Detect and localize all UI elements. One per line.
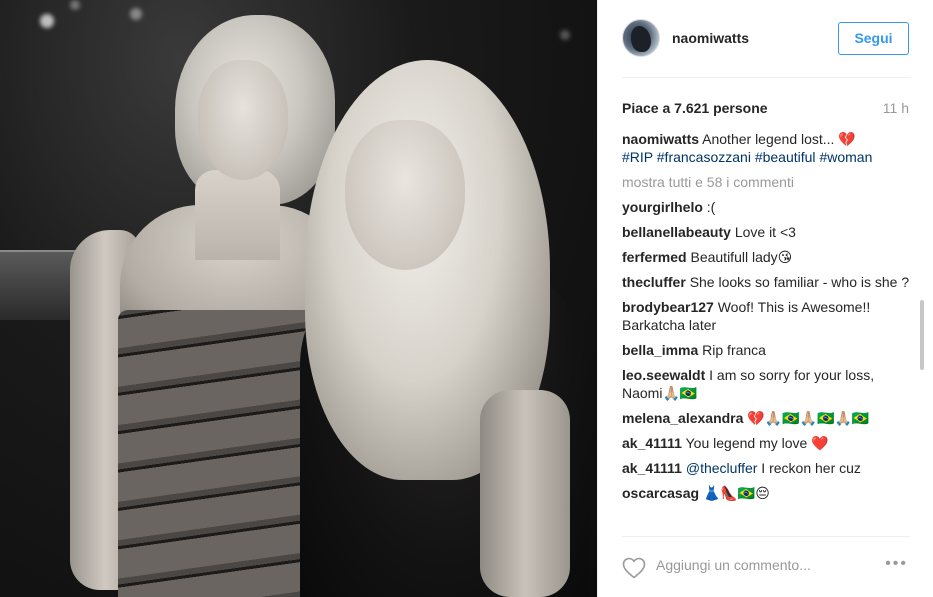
- comment-username[interactable]: thecluffer: [622, 274, 686, 290]
- comment: thecluffer She looks so familiar - who i…: [622, 273, 912, 291]
- likes-count[interactable]: Piace a 7.621 persone: [622, 100, 768, 116]
- comment-username[interactable]: bella_imma: [622, 342, 698, 358]
- hashtag[interactable]: #woman: [819, 149, 872, 165]
- follow-button[interactable]: Segui: [838, 22, 909, 55]
- hashtag[interactable]: #RIP: [622, 149, 653, 165]
- hashtag[interactable]: #francasozzani: [657, 149, 751, 165]
- post-username[interactable]: naomiwatts: [672, 30, 749, 46]
- comment-username[interactable]: melena_alexandra: [622, 410, 743, 426]
- comment-text: 👗👠🇧🇷😔: [702, 485, 770, 501]
- comment: oscarcasag 👗👠🇧🇷😔: [622, 484, 912, 502]
- comment: ak_41111 You legend my love ❤️: [622, 434, 912, 452]
- post-time[interactable]: 11 h: [883, 100, 909, 116]
- comment-text: :(: [706, 199, 716, 215]
- comment-username[interactable]: ak_41111: [622, 435, 682, 451]
- comment-text: Love it <3: [734, 224, 796, 240]
- comment-footer: Aggiungi un commento... •••: [622, 536, 910, 597]
- caption: naomiwatts Another legend lost... 💔 #RIP…: [622, 130, 912, 166]
- comment-username[interactable]: yourgirlhelo: [622, 199, 703, 215]
- comment-mention[interactable]: @thecluffer: [686, 460, 758, 476]
- post-sidebar: naomiwatts Segui Piace a 7.621 persone 1…: [597, 0, 933, 597]
- comment-username[interactable]: brodybear127: [622, 299, 714, 315]
- comment-username[interactable]: oscarcasag: [622, 485, 699, 501]
- heart-icon[interactable]: [622, 557, 646, 579]
- comment-text: She looks so familiar - who is she ?: [689, 274, 910, 290]
- add-comment-input[interactable]: Aggiungi un commento...: [656, 557, 811, 573]
- hashtag[interactable]: #beautiful: [755, 149, 816, 165]
- comment-username[interactable]: bellanellabeauty: [622, 224, 731, 240]
- post-header: naomiwatts Segui: [622, 0, 910, 78]
- comment: brodybear127 Woof! This is Awesome!! Bar…: [622, 298, 912, 334]
- post-photo[interactable]: [0, 0, 597, 597]
- comment-text: 💔🙏🏼🇧🇷🙏🏼🇧🇷🙏🏼🇧🇷: [747, 410, 870, 426]
- comment: leo.seewaldt I am so sorry for your loss…: [622, 366, 912, 402]
- avatar[interactable]: [622, 19, 660, 57]
- comment-username[interactable]: ferfermed: [622, 249, 687, 265]
- comment: bella_imma Rip franca: [622, 341, 912, 359]
- comments-list: naomiwatts Another legend lost... 💔 #RIP…: [622, 130, 912, 530]
- comment: melena_alexandra 💔🙏🏼🇧🇷🙏🏼🇧🇷🙏🏼🇧🇷: [622, 409, 912, 427]
- more-options-icon[interactable]: •••: [885, 555, 908, 573]
- comment-text: Rip franca: [702, 342, 766, 358]
- comments-scrollbar[interactable]: [920, 300, 924, 370]
- comment: ak_41111 @thecluffer I reckon her cuz: [622, 459, 912, 477]
- caption-text: Another legend lost... 💔: [702, 131, 856, 147]
- comment-username[interactable]: ak_41111: [622, 460, 682, 476]
- comment-username[interactable]: leo.seewaldt: [622, 367, 705, 383]
- comment: bellanellabeauty Love it <3: [622, 223, 912, 241]
- load-more-comments[interactable]: mostra tutti e 58 i commenti: [622, 173, 912, 191]
- comment: yourgirlhelo :(: [622, 198, 912, 216]
- caption-username[interactable]: naomiwatts: [622, 131, 699, 147]
- comment: ferfermed Beautifull lady😘: [622, 248, 912, 266]
- comment-text: Beautifull lady😘: [690, 249, 793, 265]
- comment-text: You legend my love ❤️: [685, 435, 829, 451]
- comment-text: I reckon her cuz: [757, 460, 861, 476]
